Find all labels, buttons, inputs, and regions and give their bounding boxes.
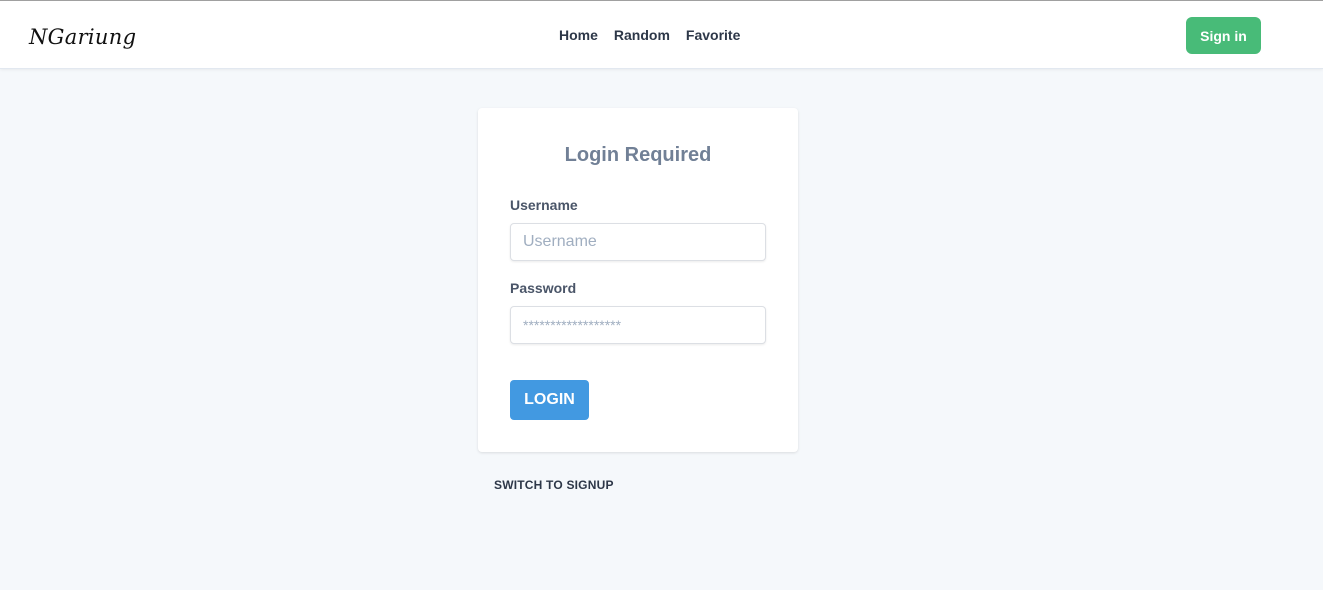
sign-in-button[interactable]: Sign in	[1186, 17, 1261, 54]
switch-to-signup-link[interactable]: SWITCH TO SIGNUP	[494, 478, 614, 492]
nav-home-link[interactable]: Home	[559, 27, 598, 43]
nav-random-link[interactable]: Random	[614, 27, 670, 43]
nav-favorite-link[interactable]: Favorite	[686, 27, 740, 43]
top-navbar: NGariung Home Random Favorite Sign in	[0, 0, 1323, 69]
username-label: Username	[510, 197, 578, 213]
brand-logo[interactable]: NGariung	[29, 25, 136, 49]
login-button[interactable]: LOGIN	[510, 380, 589, 420]
username-input[interactable]	[510, 223, 766, 261]
main-nav: Home Random Favorite	[559, 27, 756, 43]
login-card: Login Required Username Password LOGIN	[478, 108, 798, 452]
login-title: Login Required	[564, 144, 712, 166]
password-input[interactable]	[510, 306, 766, 344]
password-label: Password	[510, 280, 577, 296]
